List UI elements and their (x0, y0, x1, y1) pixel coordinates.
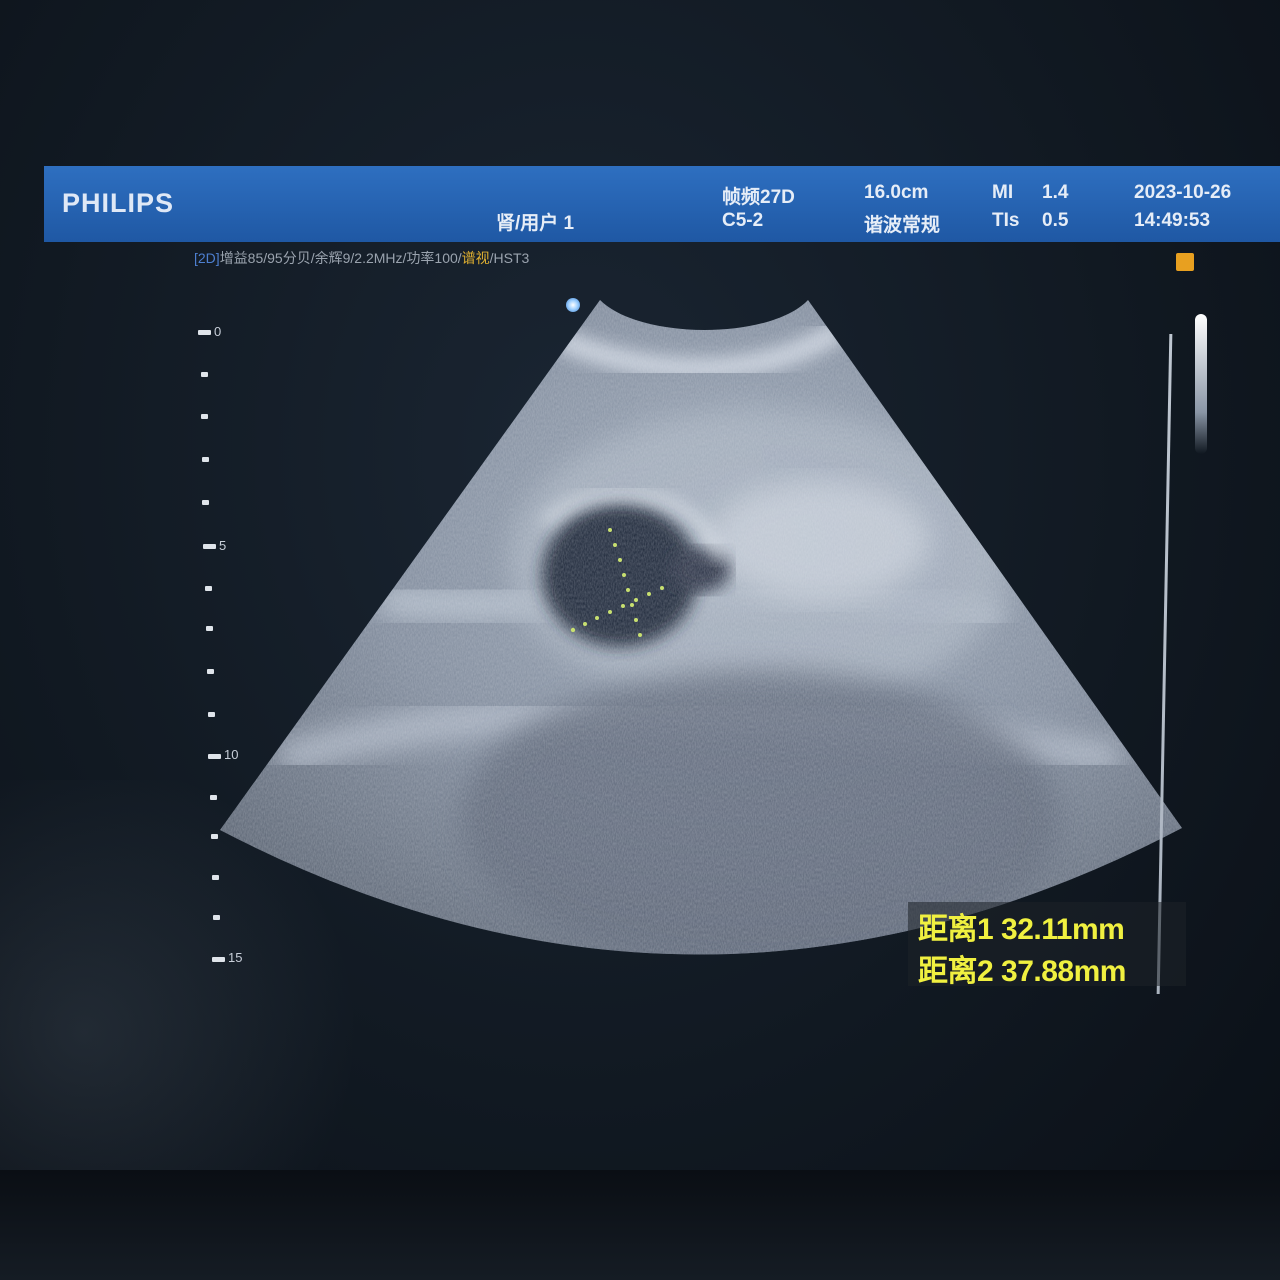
measurement-1: 距离1 32.11mm (918, 904, 1125, 948)
measurement-2: 距离2 37.88mm (918, 946, 1126, 990)
measurement-2-value: 37.88mm (1001, 955, 1126, 988)
measurement-1-label: 距离1 (918, 913, 994, 946)
ultrasound-sector-image (220, 300, 1182, 955)
measurement-2-label: 距离2 (918, 955, 994, 988)
measurement-1-value: 32.11mm (1001, 913, 1125, 946)
grayscale-bar (1195, 314, 1207, 454)
